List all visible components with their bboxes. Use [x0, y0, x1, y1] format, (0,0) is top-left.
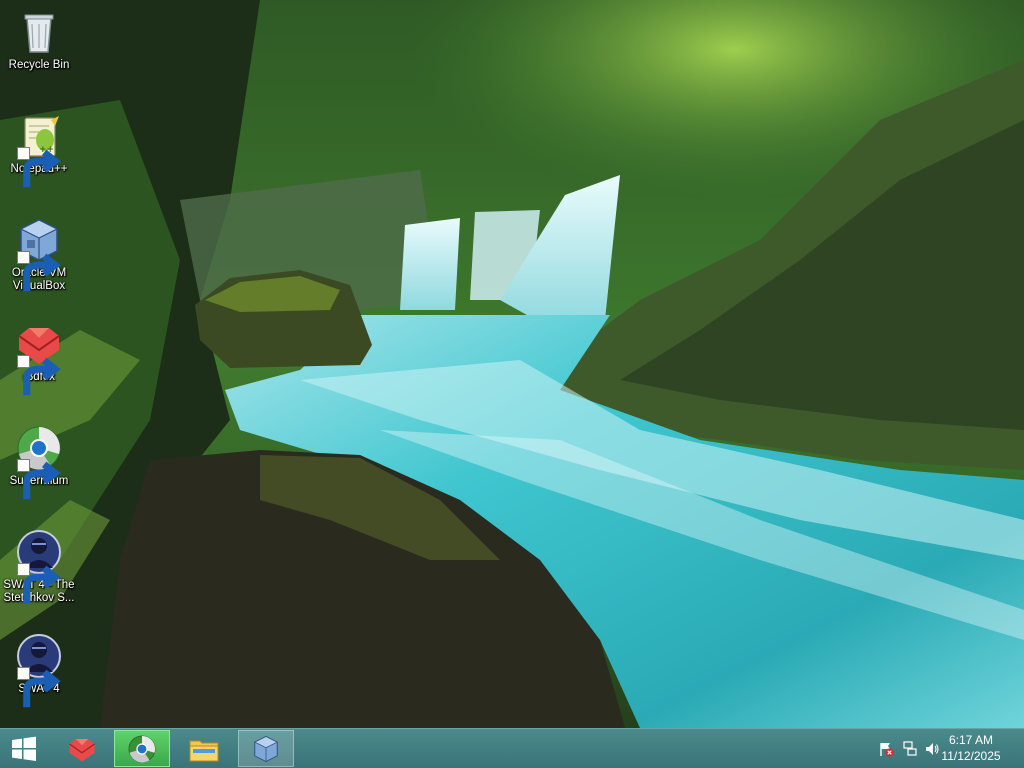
desktop-icon-notepad-plus-plus[interactable]: ++ Notepad++ — [0, 108, 78, 204]
taskbar-virtualbox-button[interactable] — [238, 730, 294, 767]
shortcut-arrow-icon — [17, 147, 61, 188]
taskbar: 6:17 AM 11/12/2025 — [0, 728, 1024, 768]
desktop-icon-oracle-vm-virtualbox[interactable]: Oracle VM VirtualBox — [0, 212, 78, 308]
desktop-icon-supermium[interactable]: Supermium — [0, 420, 78, 516]
virtualbox-icon — [15, 216, 63, 292]
supermium-icon — [15, 424, 63, 500]
file-explorer-icon — [189, 740, 219, 761]
windows-logo-icon — [12, 736, 36, 761]
action-center-flag-icon[interactable] — [878, 741, 894, 757]
clock-time: 6:17 AM — [948, 733, 994, 747]
desktop-icon-r3dfox[interactable]: r3dfox — [0, 316, 78, 412]
shortcut-arrow-icon — [17, 251, 61, 292]
shortcut-arrow-icon — [17, 563, 61, 604]
clock-date: 11/12/2025 — [941, 749, 1001, 763]
r3dfox-icon — [69, 738, 95, 761]
shortcut-arrow-icon — [17, 459, 61, 500]
notepad-plus-plus-icon: ++ — [15, 112, 63, 188]
shortcut-arrow-icon — [17, 355, 61, 396]
desktop-icon-recycle-bin[interactable]: Recycle Bin — [0, 4, 78, 100]
desktop-icon-swat4-stetchkov[interactable]: SWAT 4 - The Stetchkov S... — [0, 524, 78, 620]
desktop[interactable]: Recycle Bin ++ Notepad++ Oracle VM Virtu… — [0, 0, 1024, 728]
swat4-icon — [15, 528, 63, 604]
start-button[interactable] — [0, 730, 48, 767]
shortcut-arrow-icon — [17, 667, 61, 708]
taskbar-supermium-button[interactable] — [114, 730, 170, 767]
network-icon[interactable] — [902, 741, 918, 757]
recycle-bin-icon — [15, 8, 63, 56]
desktop-icon-swat4[interactable]: SWAT 4 — [0, 628, 78, 724]
virtualbox-icon — [253, 735, 279, 762]
taskbar-r3dfox-button[interactable] — [54, 730, 110, 767]
swat4-icon — [15, 632, 63, 708]
r3dfox-icon — [15, 320, 63, 396]
wallpaper-waterfall — [0, 0, 1024, 728]
system-tray: 6:17 AM 11/12/2025 — [864, 729, 1024, 768]
taskbar-file-explorer-button[interactable] — [176, 730, 232, 767]
supermium-icon — [128, 735, 156, 762]
clock[interactable]: 6:17 AM 11/12/2025 — [928, 732, 1014, 764]
desktop-icon-label: Recycle Bin — [8, 59, 70, 71]
